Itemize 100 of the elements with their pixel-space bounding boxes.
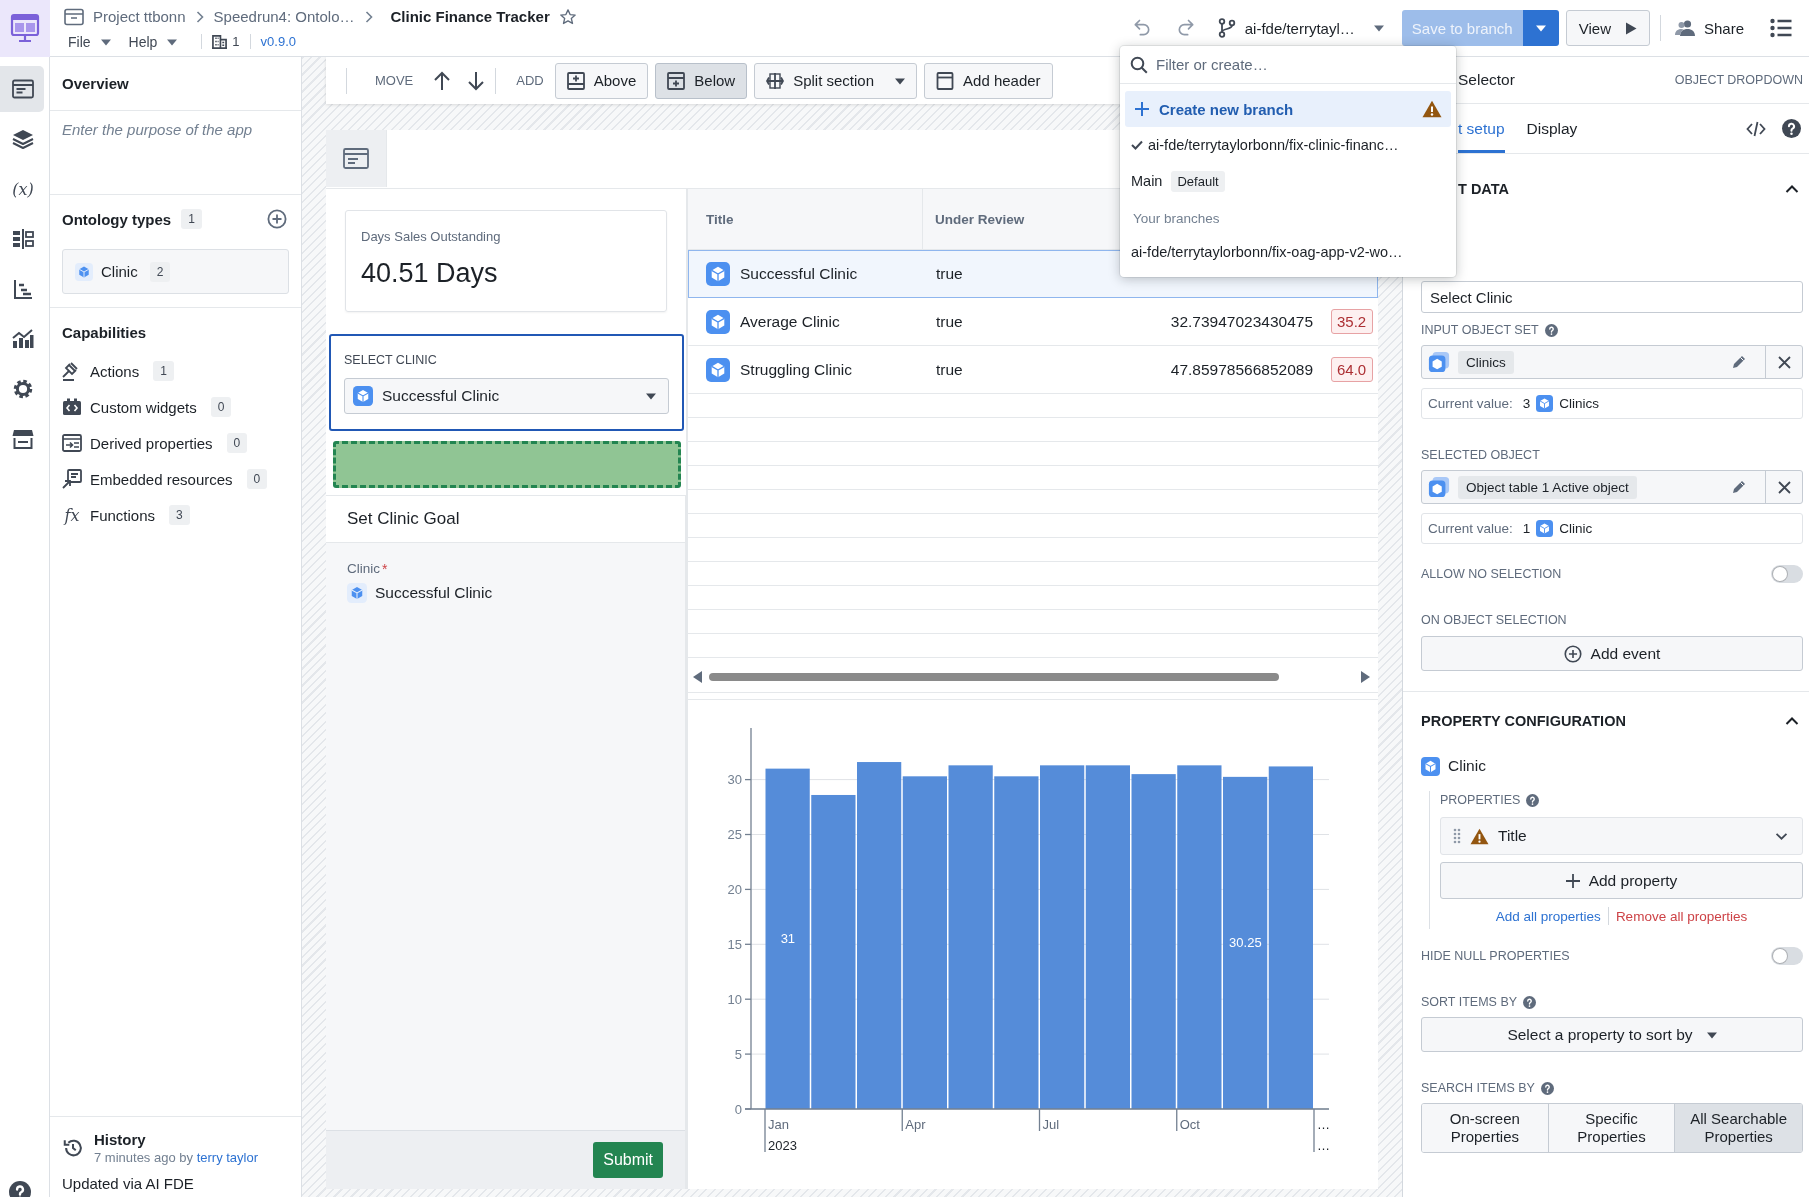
table-cell-text: true [935,359,964,380]
menu-icon[interactable] [1770,18,1792,38]
count-badge: 0 [210,397,232,417]
breadcrumb-link[interactable]: Speedrun4: Ontolo… [213,8,355,25]
history-title: History [94,1131,147,1148]
chart-bar[interactable] [1223,776,1268,1109]
help-icon[interactable] [1523,995,1537,1009]
chart-bar[interactable] [857,762,902,1109]
create-branch-item[interactable]: Create new branch [1125,91,1451,127]
star-icon[interactable] [558,7,577,26]
history-meta: 7 minutes ago by terry taylor [94,1150,259,1165]
capability-link[interactable]: Functions [90,506,156,524]
page-section-icon[interactable] [326,130,387,187]
section-title: PROPERTY CONFIGURATION [1421,713,1626,729]
x-axis-period-label: 2023 [768,1138,797,1153]
code-icon[interactable] [1746,119,1766,138]
form-title: Set Clinic Goal [347,509,460,529]
segment-option[interactable]: All Searchable Properties [1675,1104,1802,1152]
branch-item[interactable]: ai-fde/terrytaylorbonn/fix-clinic-financ… [1125,127,1451,163]
toggle-switch[interactable] [1771,947,1803,965]
menu-button[interactable]: File [64,33,115,50]
play-icon [1624,21,1637,35]
y-axis-label: 25 [727,827,742,842]
add-all-link[interactable]: Add all properties [1495,908,1601,924]
table-row[interactable]: Struggling Clinic true 47.85978566852089 64.0 [688,346,1378,394]
add-property-button[interactable]: Add property [1440,862,1803,899]
chart-bar[interactable] [1040,765,1085,1109]
selected-object-chip: Object table 1 Active object [1458,475,1637,499]
insert-below-button[interactable]: Below [655,62,748,99]
arrow-down-icon[interactable] [467,70,486,91]
capability-link[interactable]: Embedded resources [90,470,233,488]
arrow-up-icon[interactable] [433,70,452,91]
help-icon[interactable] [1540,1081,1554,1095]
author-link[interactable]: terry taylor [196,1150,259,1165]
split-section-button[interactable]: Split section [754,62,918,99]
insert-above-button[interactable]: Above [554,62,649,99]
add-event-button[interactable]: Add event [1421,636,1803,671]
current-value-label: Current value: [1428,521,1513,536]
building-icon [212,34,228,49]
scroll-right-icon[interactable] [1360,671,1370,683]
object-set-field[interactable]: Clinics [1421,345,1803,379]
label-input-field[interactable]: Select Clinic [1421,281,1803,313]
embed-icon [62,469,82,489]
cube-icon [1536,520,1554,537]
view-button[interactable]: View [1565,10,1650,46]
help-icon[interactable] [1526,793,1540,807]
version-link[interactable]: v0.9.0 [260,34,296,49]
menu-button[interactable]: Help [124,33,182,50]
branch-selector[interactable]: ai-fde/terrytayl… [1217,18,1384,38]
selected-object-field[interactable]: Object table 1 Active object [1421,470,1803,504]
table-row[interactable]: Average Clinic true 32.73947023430475 35.2 [688,298,1378,346]
edit-icon[interactable] [1731,479,1747,495]
metric-label: Days Sales Outstanding [361,229,502,244]
help-icon[interactable] [9,1181,31,1197]
rail-tab[interactable] [0,66,44,112]
branch-filter-field[interactable]: Filter or create… [1156,56,1446,73]
column-header[interactable]: Title [688,189,923,249]
object-type-card[interactable]: Clinic 2 [62,249,289,294]
rail-tab[interactable]: (x) [0,166,44,212]
chevron-up-icon[interactable] [1785,716,1799,726]
scroll-left-icon[interactable] [693,671,703,683]
capability-link[interactable]: Actions [90,362,140,380]
field-label: INPUT OBJECT SET [1421,323,1539,337]
widget-label: SELECT CLINIC [344,353,438,367]
cube-icon [347,583,367,603]
property-row[interactable]: Title [1440,817,1803,855]
object-dropdown[interactable]: Successful Clinic [344,378,669,414]
field-value: Successful Clinic [375,584,493,602]
segment-option[interactable]: On-screen Properties [1422,1104,1549,1152]
search-icon [1130,55,1148,74]
help-icon[interactable] [1544,323,1558,337]
history-icon[interactable] [62,1137,84,1159]
chevron-up-icon[interactable] [1785,184,1799,194]
truncation-mark: … [1317,1138,1330,1153]
chart-bar[interactable] [1268,766,1313,1109]
chevron-down-icon[interactable] [1775,831,1788,841]
chart-bar[interactable] [902,776,947,1109]
capability-link[interactable]: Custom widgets [90,398,197,416]
sort-select[interactable]: Select a property to sort by [1421,1017,1803,1052]
add-circle-icon [1563,644,1582,663]
segment-option[interactable]: Specific Properties [1548,1104,1676,1152]
close-icon [1777,355,1791,369]
drag-handle-icon[interactable] [1453,828,1461,844]
toggle-switch[interactable] [1771,565,1803,583]
add-header-button[interactable]: Add header [924,62,1053,99]
breadcrumb-link[interactable]: Project ttbonn [93,8,186,25]
app-logo-icon[interactable] [0,0,50,57]
submit-button[interactable]: Submit [593,1142,663,1178]
remove-all-link[interactable]: Remove all properties [1615,908,1748,924]
app-title: Clinic Finance Tracker [390,8,550,25]
chart-bar[interactable] [1085,765,1130,1109]
edit-icon[interactable] [1731,354,1747,370]
field-label: SEARCH ITEMS BY [1421,1081,1535,1095]
add-circle-icon[interactable] [267,209,287,229]
share-button[interactable]: Share [1670,19,1748,37]
object-selector-widget[interactable]: SELECT CLINIC Successful Clinic [329,334,684,431]
tab[interactable]: Display [1526,104,1578,153]
capability-link[interactable]: Derived properties [90,434,213,452]
help-icon[interactable] [1782,119,1801,138]
scrollbar-thumb[interactable] [709,673,1279,681]
